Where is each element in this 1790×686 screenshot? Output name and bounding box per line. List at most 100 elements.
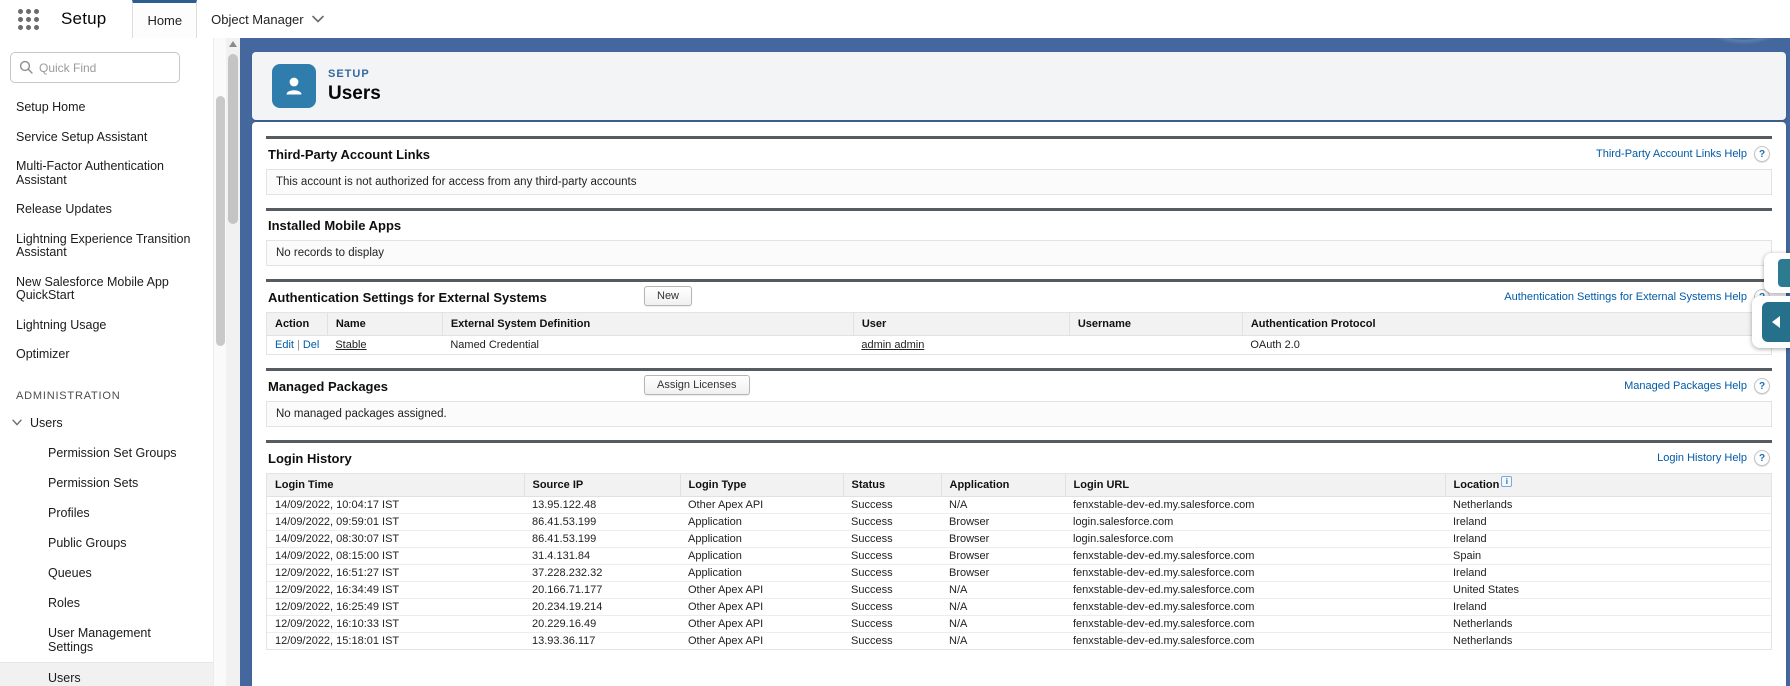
cell-login-url: login.salesforce.com bbox=[1065, 514, 1445, 531]
cell-source-ip: 31.4.131.84 bbox=[524, 548, 680, 565]
login-history-row: 14/09/2022, 08:15:00 IST 31.4.131.84 App… bbox=[267, 548, 1771, 565]
auth-table-row: Edit|Del Stable Named Credential admin a… bbox=[267, 336, 1771, 355]
cell-location: Netherlands bbox=[1445, 497, 1771, 514]
quick-find bbox=[10, 52, 203, 83]
tab-home[interactable]: Home bbox=[132, 0, 197, 38]
header-eyebrow: SETUP bbox=[328, 68, 381, 80]
sidebar-item-roles[interactable]: Roles bbox=[0, 588, 213, 618]
auth-name-link[interactable]: Stable bbox=[335, 339, 366, 351]
left-arrow-icon bbox=[1772, 316, 1780, 328]
cell-location: Netherlands bbox=[1445, 616, 1771, 633]
sidebar-item-lightning-usage[interactable]: Lightning Usage bbox=[0, 311, 213, 341]
cell-login-url: fenxstable-dev-ed.my.salesforce.com bbox=[1065, 548, 1445, 565]
cell-location: Ireland bbox=[1445, 565, 1771, 582]
cell-login-type: Other Apex API bbox=[680, 582, 843, 599]
sidebar-item-optimizer[interactable]: Optimizer bbox=[0, 340, 213, 370]
info-icon[interactable]: i bbox=[1501, 476, 1512, 487]
del-link[interactable]: Del bbox=[303, 339, 320, 351]
sidebar-item-profiles[interactable]: Profiles bbox=[0, 498, 213, 528]
main-scrollbar[interactable] bbox=[226, 38, 240, 686]
cell-login-time: 12/09/2022, 16:10:33 IST bbox=[267, 616, 524, 633]
sidebar-scrollbar-thumb[interactable] bbox=[216, 96, 225, 346]
cell-login-type: Application bbox=[680, 548, 843, 565]
help-dock-partial[interactable] bbox=[1764, 253, 1790, 293]
cell-login-time: 14/09/2022, 08:15:00 IST bbox=[267, 548, 524, 565]
cell-login-url: fenxstable-dev-ed.my.salesforce.com bbox=[1065, 616, 1445, 633]
managed-packages-help-link[interactable]: Managed Packages Help bbox=[1624, 380, 1747, 392]
tab-object-manager[interactable]: Object Manager bbox=[197, 0, 338, 38]
sidebar-item-service-setup-assistant[interactable]: Service Setup Assistant bbox=[0, 123, 213, 153]
section-title: Authentication Settings for External Sys… bbox=[268, 290, 547, 305]
help-icon[interactable]: ? bbox=[1754, 378, 1770, 394]
login-history-row: 12/09/2022, 16:25:49 IST 20.234.19.214 O… bbox=[267, 599, 1771, 616]
assign-licenses-button[interactable]: Assign Licenses bbox=[644, 375, 750, 395]
sidebar-item-permission-set-groups[interactable]: Permission Set Groups bbox=[0, 438, 213, 468]
edit-link[interactable]: Edit bbox=[275, 339, 294, 351]
auth-settings-table: Action Name External System Definition U… bbox=[266, 312, 1772, 355]
cell-login-url: fenxstable-dev-ed.my.salesforce.com bbox=[1065, 582, 1445, 599]
login-history-row: 14/09/2022, 10:04:17 IST 13.95.122.48 Ot… bbox=[267, 497, 1771, 514]
cell-location: Netherlands bbox=[1445, 633, 1771, 650]
setup-sidebar: Setup Home Service Setup Assistant Multi… bbox=[0, 38, 213, 686]
help-icon[interactable]: ? bbox=[1754, 146, 1770, 162]
auth-table-header-row: Action Name External System Definition U… bbox=[267, 313, 1771, 336]
col-login-type: Login Type bbox=[680, 474, 843, 497]
sidebar-item-permission-sets[interactable]: Permission Sets bbox=[0, 468, 213, 498]
top-bar: Setup Home Object Manager bbox=[0, 0, 1790, 38]
section-installed-mobile-apps: Installed Mobile Apps No records to disp… bbox=[266, 208, 1772, 266]
dock-handle-icon bbox=[1778, 259, 1790, 287]
section-title: Installed Mobile Apps bbox=[268, 218, 401, 233]
sidebar-item-users[interactable]: Users bbox=[0, 662, 213, 686]
auth-external-system-definition: Named Credential bbox=[442, 336, 853, 355]
cell-login-time: 12/09/2022, 16:25:49 IST bbox=[267, 599, 524, 616]
sidebar-tree-users[interactable]: Users bbox=[0, 408, 213, 438]
auth-settings-help-link[interactable]: Authentication Settings for External Sys… bbox=[1504, 291, 1747, 303]
cell-location: United States bbox=[1445, 582, 1771, 599]
auth-user-link[interactable]: admin admin bbox=[861, 339, 924, 351]
cell-login-type: Other Apex API bbox=[680, 633, 843, 650]
login-history-row: 14/09/2022, 08:30:07 IST 86.41.53.199 Ap… bbox=[267, 531, 1771, 548]
sidebar-scrollbar[interactable] bbox=[213, 38, 226, 686]
section-title: Third-Party Account Links bbox=[268, 147, 430, 162]
sidebar-tree-users-label: Users bbox=[30, 416, 63, 430]
quick-find-input[interactable] bbox=[10, 52, 180, 83]
sidebar-item-lightning-experience-transition-assistant[interactable]: Lightning Experience Transition Assistan… bbox=[0, 225, 213, 268]
cell-application: N/A bbox=[941, 599, 1065, 616]
cell-login-time: 14/09/2022, 10:04:17 IST bbox=[267, 497, 524, 514]
sidebar-item-new-mobile-app-quickstart[interactable]: New Salesforce Mobile App QuickStart bbox=[0, 268, 213, 311]
col-external-system-definition: External System Definition bbox=[442, 313, 853, 336]
collapse-right-panel-button[interactable] bbox=[1752, 296, 1790, 348]
sidebar-item-public-groups[interactable]: Public Groups bbox=[0, 528, 213, 558]
main-scrollbar-thumb[interactable] bbox=[228, 54, 238, 224]
third-party-help-link[interactable]: Third-Party Account Links Help bbox=[1596, 148, 1747, 160]
managed-packages-body-text: No managed packages assigned. bbox=[266, 401, 1772, 427]
cell-application: N/A bbox=[941, 582, 1065, 599]
login-history-row: 12/09/2022, 15:18:01 IST 13.93.36.117 Ot… bbox=[267, 633, 1771, 650]
col-status: Status bbox=[843, 474, 941, 497]
cell-login-url: login.salesforce.com bbox=[1065, 531, 1445, 548]
sidebar-item-release-updates[interactable]: Release Updates bbox=[0, 195, 213, 225]
help-icon[interactable]: ? bbox=[1754, 450, 1770, 466]
sidebar-item-user-management-settings[interactable]: User Management Settings bbox=[0, 618, 213, 662]
section-managed-packages: Managed Packages Assign Licenses Managed… bbox=[266, 368, 1772, 427]
section-login-history: Login History Login History Help ? Login… bbox=[266, 440, 1772, 650]
cell-application: N/A bbox=[941, 497, 1065, 514]
cell-status: Success bbox=[843, 514, 941, 531]
sidebar-item-queues[interactable]: Queues bbox=[0, 558, 213, 588]
section-title: Managed Packages bbox=[268, 379, 388, 394]
new-button[interactable]: New bbox=[644, 286, 692, 306]
app-launcher-icon[interactable] bbox=[15, 6, 41, 32]
cell-location: Spain bbox=[1445, 548, 1771, 565]
cell-application: Browser bbox=[941, 514, 1065, 531]
login-history-help-link[interactable]: Login History Help bbox=[1657, 452, 1747, 464]
scroll-up-arrow-icon[interactable] bbox=[229, 41, 237, 47]
col-login-time: Login Time bbox=[267, 474, 524, 497]
cell-status: Success bbox=[843, 599, 941, 616]
cell-application: N/A bbox=[941, 616, 1065, 633]
cell-status: Success bbox=[843, 582, 941, 599]
col-user: User bbox=[853, 313, 1069, 336]
cell-source-ip: 20.166.71.177 bbox=[524, 582, 680, 599]
sidebar-item-mfa-assistant[interactable]: Multi-Factor Authentication Assistant bbox=[0, 152, 213, 195]
sidebar-item-setup-home[interactable]: Setup Home bbox=[0, 93, 213, 123]
sidebar-heading-administration: ADMINISTRATION bbox=[0, 384, 213, 408]
